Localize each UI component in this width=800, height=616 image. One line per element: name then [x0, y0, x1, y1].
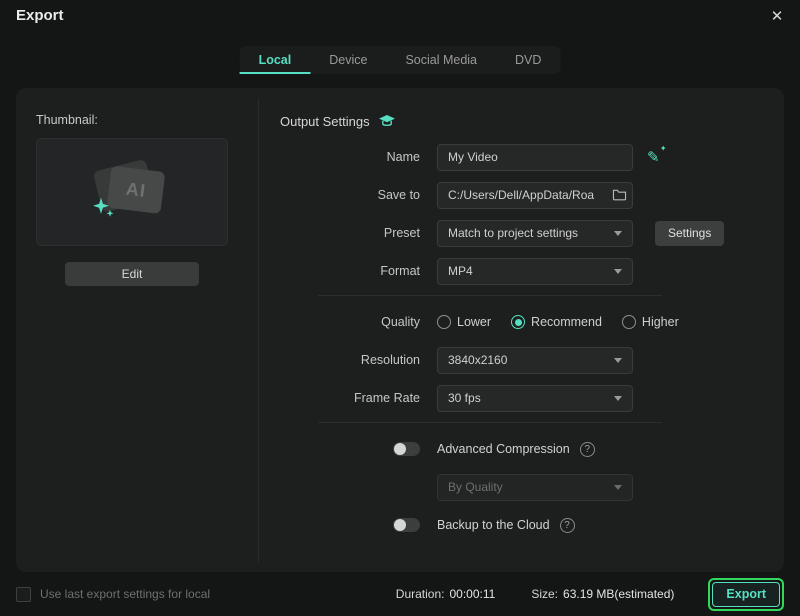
browse-folder-icon[interactable] [612, 188, 627, 201]
quality-label: Quality [280, 315, 420, 329]
advanced-compression-toggle[interactable] [393, 442, 420, 456]
close-icon[interactable]: ✕ [766, 5, 788, 27]
resolution-dropdown[interactable]: 3840x2160 [437, 347, 633, 374]
toggle-knob [394, 443, 406, 455]
thumbnail-label: Thumbnail: [36, 113, 98, 127]
format-label: Format [280, 264, 420, 278]
radio-selected-icon [511, 315, 525, 329]
duration-stat: Duration:00:00:11 [396, 587, 496, 601]
name-label: Name [280, 150, 420, 164]
frame-rate-dropdown[interactable]: 30 fps [437, 385, 633, 412]
backup-cloud-toggle[interactable] [393, 518, 420, 532]
quality-radio-higher[interactable]: Higher [622, 315, 679, 329]
chevron-down-icon [614, 396, 622, 401]
quality-radio-recommend[interactable]: Recommend [511, 315, 602, 329]
export-panel: Thumbnail: AI Edit Output Settings [16, 88, 784, 572]
export-button[interactable]: Export [712, 582, 780, 607]
tab-social-media[interactable]: Social Media [386, 46, 496, 74]
use-last-settings-label: Use last export settings for local [40, 587, 210, 601]
tab-dvd[interactable]: DVD [496, 46, 560, 74]
export-focus-ring: Export [708, 578, 784, 611]
help-icon[interactable]: ? [580, 442, 595, 457]
resolution-label: Resolution [280, 353, 420, 367]
preset-label: Preset [280, 226, 420, 240]
advanced-compression-label: Advanced Compression [437, 442, 570, 456]
chevron-down-icon [614, 269, 622, 274]
tab-device[interactable]: Device [310, 46, 386, 74]
help-icon[interactable]: ? [560, 518, 575, 533]
frame-rate-label: Frame Rate [280, 391, 420, 405]
thumbnail-preview: AI [36, 138, 228, 246]
size-stat: Size:63.19 MB(estimated) [531, 587, 674, 601]
tab-local[interactable]: Local [240, 46, 311, 74]
export-tab-bar: Local Device Social Media DVD [240, 46, 561, 74]
backup-cloud-label: Backup to the Cloud [437, 518, 550, 532]
radio-icon [622, 315, 636, 329]
preset-dropdown[interactable]: Match to project settings [437, 220, 633, 247]
output-settings-title: Output Settings [280, 114, 370, 129]
by-quality-dropdown[interactable]: By Quality [437, 474, 633, 501]
section-divider [318, 422, 662, 423]
chevron-down-icon [614, 485, 622, 490]
format-dropdown[interactable]: MP4 [437, 258, 633, 285]
dialog-title: Export [16, 7, 64, 24]
radio-icon [437, 315, 451, 329]
quality-radio-lower[interactable]: Lower [437, 315, 491, 329]
ai-rename-icon[interactable]: ✎✦ [647, 150, 660, 165]
magic-sparkle-icon [91, 196, 117, 227]
save-to-input[interactable] [437, 182, 633, 209]
section-divider [318, 295, 662, 296]
name-input[interactable] [437, 144, 633, 171]
chevron-down-icon [614, 358, 622, 363]
preset-settings-button[interactable]: Settings [655, 221, 724, 246]
save-to-label: Save to [280, 188, 420, 202]
edit-thumbnail-button[interactable]: Edit [65, 262, 199, 286]
chevron-down-icon [614, 231, 622, 236]
toggle-knob [394, 519, 406, 531]
thumbnail-art: AI [95, 161, 169, 221]
use-last-settings-checkbox[interactable] [16, 587, 31, 602]
footer-bar: Use last export settings for local Durat… [0, 572, 800, 616]
tutorial-cap-icon[interactable] [378, 114, 396, 129]
